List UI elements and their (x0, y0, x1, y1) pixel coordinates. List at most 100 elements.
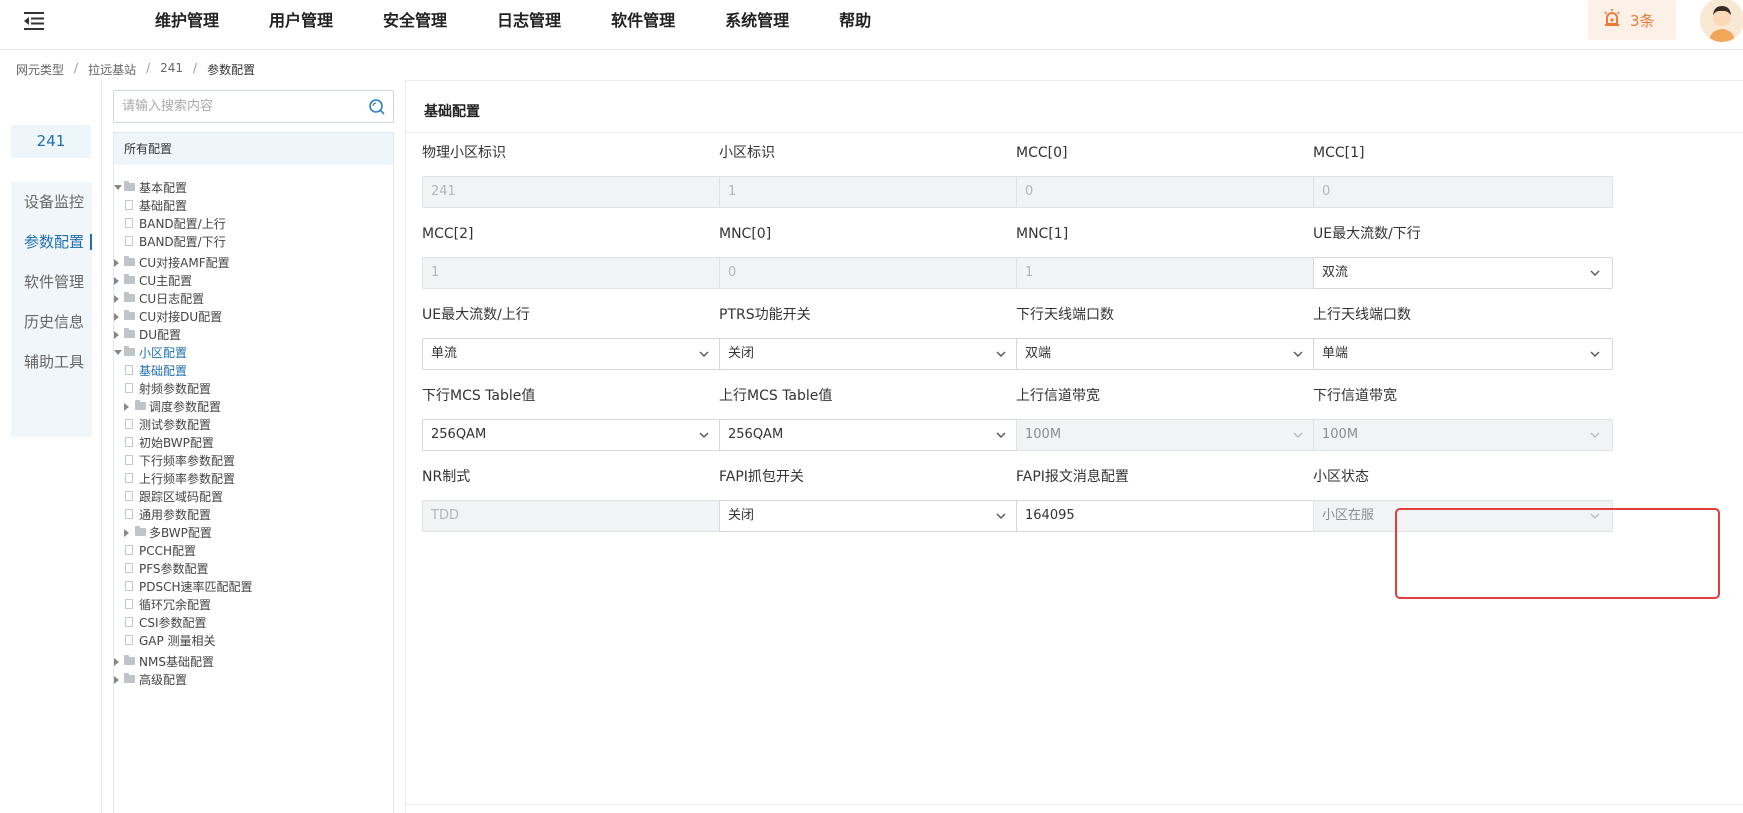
field-select[interactable]: 单端 (1313, 338, 1613, 370)
tree-item-label: 跟踪区域码配置 (139, 490, 224, 504)
tree-item[interactable]: 通用参数配置 (114, 506, 393, 524)
field-select: 100M (1313, 419, 1613, 451)
field-select[interactable]: 256QAM (422, 419, 722, 451)
field-value: 241 (431, 184, 456, 199)
field-label: MCC[1] (1313, 145, 1365, 161)
caret-down-icon[interactable] (114, 185, 122, 190)
alarm-button[interactable]: 3条 (1588, 0, 1676, 40)
chevron-down-icon[interactable] (699, 429, 709, 439)
field-label: 小区标识 (719, 145, 775, 161)
caret-down-icon[interactable] (114, 350, 122, 355)
chevron-down-icon[interactable] (996, 348, 1006, 358)
breadcrumb-item-0[interactable]: 网元类型 (16, 61, 64, 78)
nav-item-3[interactable]: 日志管理 (497, 0, 561, 42)
field-select[interactable]: 双端 (1016, 338, 1316, 370)
tree-item[interactable]: CSI参数配置 (114, 614, 393, 632)
tree-item[interactable]: 射频参数配置 (114, 380, 393, 398)
field-select[interactable]: 关闭 (719, 500, 1019, 532)
tree-item[interactable]: 上行频率参数配置 (114, 470, 393, 488)
tree-folder[interactable]: 基本配置 (114, 179, 393, 197)
rail-item-2[interactable]: 软件管理 (11, 262, 92, 302)
tree-folder[interactable]: CU对接AMF配置 (114, 254, 393, 272)
tree-folder[interactable]: NMS基础配置 (114, 653, 393, 671)
chevron-down-icon[interactable] (996, 510, 1006, 520)
field-select: 100M (1016, 419, 1316, 451)
tree-item[interactable]: PCCH配置 (114, 542, 393, 560)
tree-item-label: 高级配置 (139, 673, 188, 687)
rail-item-0[interactable]: 设备监控 (11, 182, 92, 222)
field-input[interactable]: 164095 (1016, 500, 1316, 532)
tree-item[interactable]: 初始BWP配置 (114, 434, 393, 452)
chevron-down-icon[interactable] (699, 348, 709, 358)
caret-right-icon[interactable] (124, 529, 129, 537)
tree-item[interactable]: GAP 测量相关 (114, 632, 393, 650)
breadcrumb-item-1[interactable]: 拉远基站 (88, 61, 136, 78)
breadcrumb: 网元类型 / 拉远基站 / 241 / 参数配置 (16, 61, 255, 78)
caret-right-icon[interactable] (114, 313, 119, 321)
tree-item[interactable]: 循环冗余配置 (114, 596, 393, 614)
caret-right-icon[interactable] (114, 259, 119, 267)
tree-search-input[interactable] (114, 91, 354, 122)
file-icon (125, 545, 133, 555)
nav-item-0[interactable]: 维护管理 (155, 0, 219, 42)
form-field: MNC[1] 1 (1016, 224, 1316, 289)
tree-folder[interactable]: 小区配置 (114, 344, 393, 362)
chevron-down-icon[interactable] (1590, 348, 1600, 358)
menu-toggle-icon[interactable] (22, 9, 46, 33)
field-select[interactable]: 关闭 (719, 338, 1019, 370)
search-icon[interactable] (368, 98, 386, 116)
chevron-down-icon[interactable] (1590, 267, 1600, 277)
nav-item-5[interactable]: 系统管理 (725, 0, 789, 42)
tree-item-label: 射频参数配置 (139, 382, 212, 396)
nav-item-2[interactable]: 安全管理 (383, 0, 447, 42)
tree-item[interactable]: 测试参数配置 (114, 416, 393, 434)
folder-icon (124, 181, 135, 191)
tree-item[interactable]: 下行频率参数配置 (114, 452, 393, 470)
tree-item-label: 小区配置 (139, 346, 188, 360)
tree-folder[interactable]: CU主配置 (114, 272, 393, 290)
folder-icon (124, 256, 135, 266)
tree-folder[interactable]: CU对接DU配置 (114, 308, 393, 326)
field-value: 1 (431, 265, 440, 280)
field-select[interactable]: 单流 (422, 338, 722, 370)
chevron-down-icon[interactable] (1293, 348, 1303, 358)
tree-folder[interactable]: CU日志配置 (114, 290, 393, 308)
caret-right-icon[interactable] (114, 331, 119, 339)
caret-right-icon[interactable] (114, 676, 119, 684)
breadcrumb-item-2[interactable]: 241 (160, 61, 183, 78)
tree-item[interactable]: PFS参数配置 (114, 560, 393, 578)
caret-right-icon[interactable] (124, 403, 129, 411)
nav-item-4[interactable]: 软件管理 (611, 0, 675, 42)
field-label: MCC[0] (1016, 145, 1068, 161)
tree-item[interactable]: BAND配置/上行 (114, 215, 393, 233)
caret-right-icon[interactable] (114, 277, 119, 285)
caret-right-icon[interactable] (114, 658, 119, 666)
tree-body: 基本配置 基础配置 BAND配置/上行 BAND配置/下行 CU对接AMF配置 CU主配置… (114, 165, 393, 689)
top-bar: 维护管理 用户管理 安全管理 日志管理 软件管理 系统管理 帮助 3条 (0, 0, 1743, 50)
field-label: 下行天线端口数 (1016, 307, 1114, 323)
field-select[interactable]: 256QAM (719, 419, 1019, 451)
caret-right-icon[interactable] (114, 295, 119, 303)
tree-folder[interactable]: DU配置 (114, 326, 393, 344)
folder-icon (135, 400, 146, 410)
form-field: PTRS功能开关 关闭 (719, 305, 1019, 370)
tree-folder[interactable]: 多BWP配置 (114, 524, 393, 542)
tree-item[interactable]: 基础配置 (114, 362, 393, 380)
file-icon (125, 218, 133, 228)
user-avatar[interactable] (1700, 0, 1743, 42)
chevron-down-icon[interactable] (996, 429, 1006, 439)
tree-folder[interactable]: 调度参数配置 (114, 398, 393, 416)
rail-item-4[interactable]: 辅助工具 (11, 342, 92, 382)
rail-item-3[interactable]: 历史信息 (11, 302, 92, 342)
tree-item[interactable]: 基础配置 (114, 197, 393, 215)
nav-item-1[interactable]: 用户管理 (269, 0, 333, 42)
tree-item[interactable]: BAND配置/下行 (114, 233, 393, 251)
chevron-down-icon (1293, 429, 1303, 439)
rail-item-1[interactable]: 参数配置 (11, 222, 92, 262)
tree-item[interactable]: PDSCH速率匹配配置 (114, 578, 393, 596)
field-label: MNC[0] (719, 226, 772, 242)
nav-item-6[interactable]: 帮助 (839, 0, 871, 42)
tree-folder[interactable]: 高级配置 (114, 671, 393, 689)
field-select[interactable]: 双流 (1313, 257, 1613, 289)
tree-item[interactable]: 跟踪区域码配置 (114, 488, 393, 506)
